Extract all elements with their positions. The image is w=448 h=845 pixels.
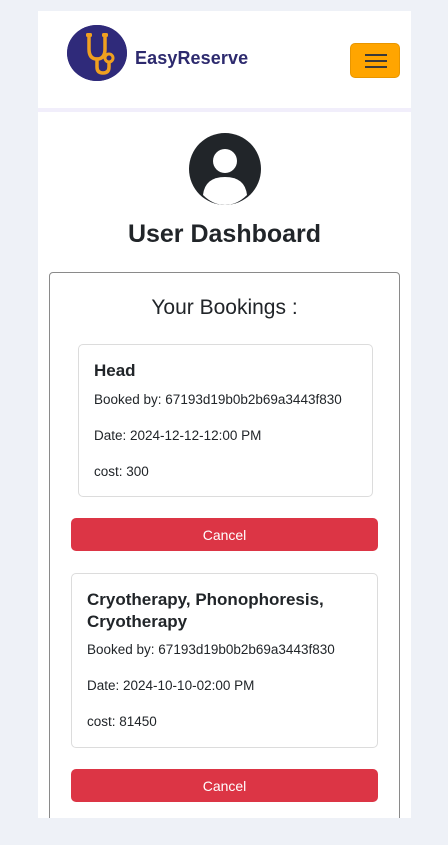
booking-name: Cryotherapy, Phonophoresis, Cryotherapy — [87, 590, 324, 631]
booking-cost: cost: 81450 — [87, 714, 157, 729]
booking-booked-by: Booked by: 67193d19b0b2b69a3443f830 — [87, 642, 335, 657]
bookings-heading: Your Bookings : — [151, 296, 298, 319]
booking-booked-by: Booked by: 67193d19b0b2b69a3443f830 — [94, 392, 342, 407]
bookings-panel: Your Bookings : Head Booked by: 67193d19… — [49, 272, 400, 818]
page-title: User Dashboard — [127, 220, 322, 248]
page-container: EasyReserve User Dashboard Your Bookings… — [38, 11, 411, 818]
booking-card: Head Booked by: 67193d19b0b2b69a3443f830… — [78, 344, 373, 497]
hamburger-menu-icon — [365, 54, 387, 56]
cancel-booking-button[interactable]: Cancel — [71, 769, 378, 802]
brand-name[interactable]: EasyReserve — [135, 48, 248, 69]
user-circle-icon — [189, 133, 261, 205]
menu-toggle-button[interactable] — [350, 43, 400, 78]
booking-date: Date: 2024-12-12-12:00 PM — [94, 428, 262, 443]
booking-cost: cost: 300 — [94, 464, 149, 479]
booking-card: Cryotherapy, Phonophoresis, Cryotherapy … — [71, 573, 378, 748]
cancel-booking-button[interactable]: Cancel — [71, 518, 378, 551]
booking-date: Date: 2024-10-10-02:00 PM — [87, 678, 255, 693]
stethoscope-icon[interactable] — [67, 25, 127, 81]
navbar: EasyReserve — [38, 11, 411, 112]
booking-name: Head — [94, 361, 136, 380]
